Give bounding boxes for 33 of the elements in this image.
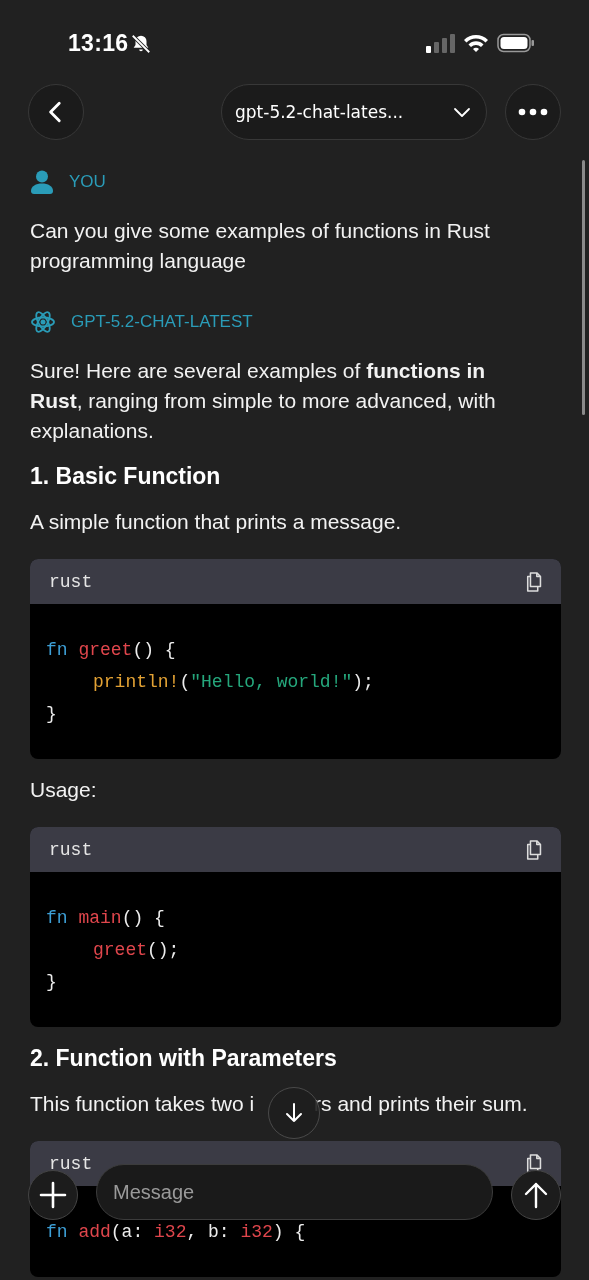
person-icon xyxy=(31,170,53,194)
author-label: GPT-5.2-CHAT-LATEST xyxy=(71,312,253,332)
code-line: fn add(a: i32, b: i32) { xyxy=(46,1221,307,1244)
arrow-up-icon xyxy=(522,1181,550,1209)
author-label: YOU xyxy=(69,172,106,192)
message-field[interactable]: Message xyxy=(96,1164,493,1220)
section-heading: 1. Basic Function xyxy=(30,462,222,491)
signal-icon xyxy=(425,33,455,53)
message-text: Usage: xyxy=(30,777,98,803)
message-text: A simple function that prints a message. xyxy=(30,509,403,535)
back-button[interactable] xyxy=(28,84,84,140)
message-text: Can you give some examples of functions in Rust programming language xyxy=(30,218,491,274)
plus-icon xyxy=(39,1181,67,1209)
battery-icon xyxy=(497,33,535,53)
code-language: rust xyxy=(49,1153,93,1174)
model-selector[interactable]: gpt-5.2-chat-lates... xyxy=(221,84,487,140)
message-text: Sure! Here are several examples of functions in Rust, ranging from simple to more advanced, with explanations. xyxy=(30,358,497,444)
message-text: This function takes two i xyxy=(30,1091,255,1117)
code-line: } xyxy=(46,703,58,726)
code-line: println!("Hello, world!"); xyxy=(92,671,375,694)
atom-icon xyxy=(31,310,55,334)
section-heading: 2. Function with Parameters xyxy=(30,1044,338,1073)
wifi-icon xyxy=(463,33,489,53)
more-button[interactable] xyxy=(505,84,561,140)
code-line: } xyxy=(46,971,58,994)
message-text: rs and prints their sum. xyxy=(314,1091,528,1117)
code-language: rust xyxy=(49,571,93,592)
code-line: fn main() { xyxy=(46,907,166,930)
status-time: 13:16 xyxy=(68,30,129,57)
more-icon xyxy=(518,108,548,116)
code-line: fn greet() { xyxy=(46,639,177,662)
code-language: rust xyxy=(49,839,93,860)
code-line: greet(); xyxy=(92,939,181,962)
